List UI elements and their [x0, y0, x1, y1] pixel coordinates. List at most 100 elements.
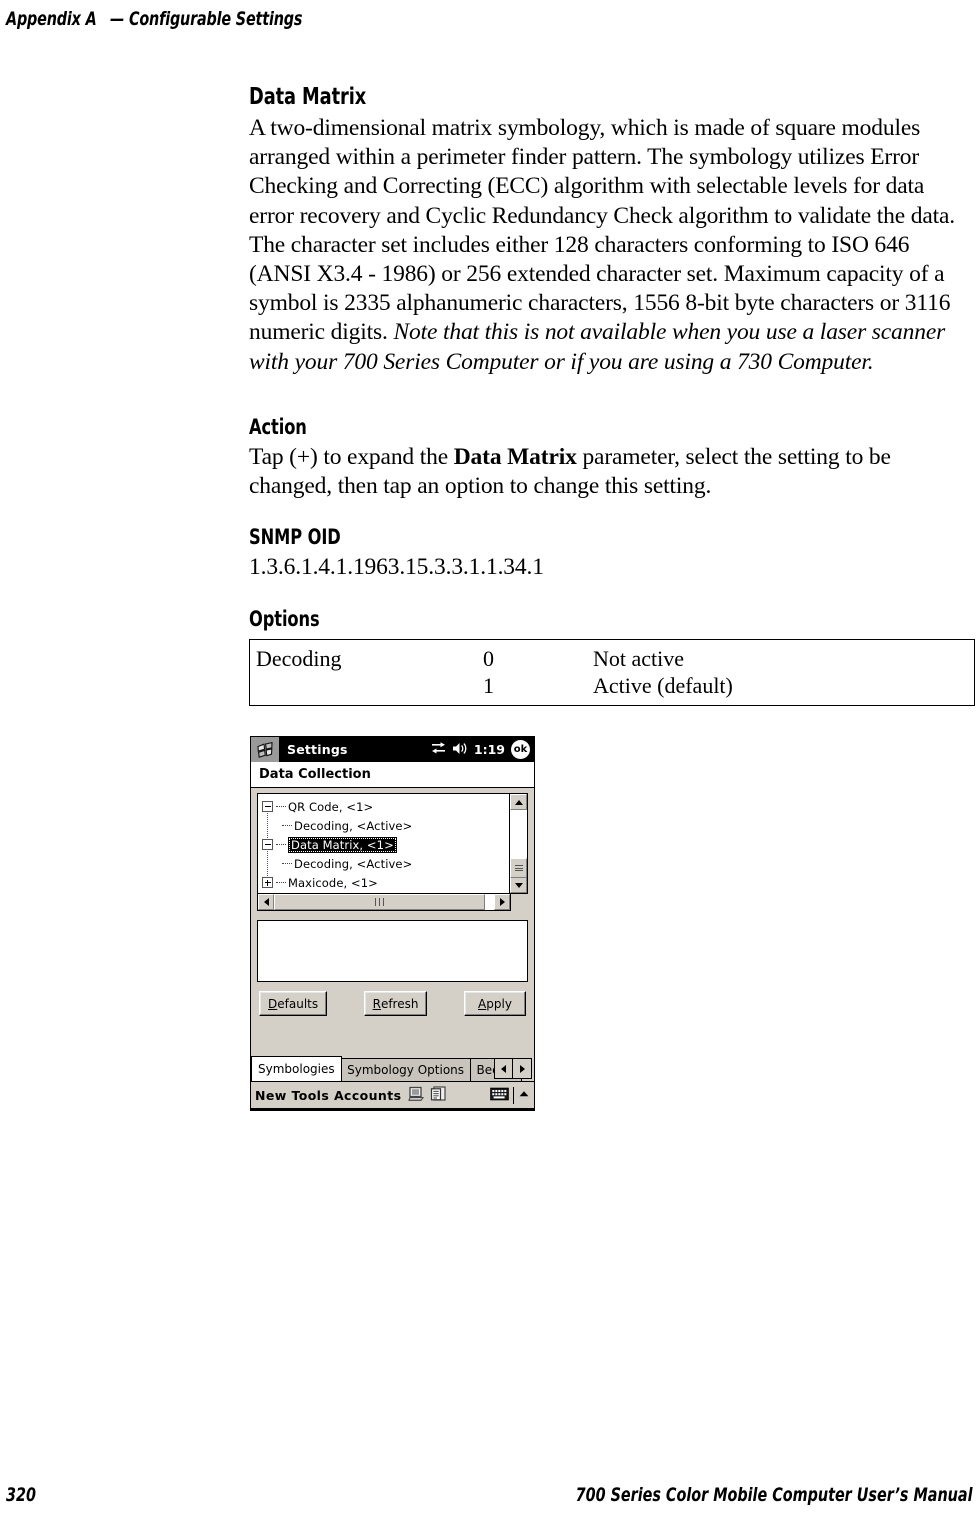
- tree-connector-icon: [282, 863, 292, 864]
- taskbar-menu-label[interactable]: New Tools Accounts: [255, 1088, 401, 1103]
- taskbar-icon-group: [408, 1085, 447, 1105]
- refresh-rest: efresh: [380, 996, 419, 1011]
- ok-button[interactable]: ok: [511, 740, 530, 759]
- apply-rest: pply: [486, 996, 512, 1011]
- chevron-right-icon: [499, 898, 505, 906]
- page-number: 320: [6, 1484, 36, 1506]
- horizontal-scrollbar[interactable]: [257, 894, 511, 911]
- action-text-bold: Data Matrix: [453, 444, 577, 470]
- taskbar-tray: [489, 1086, 531, 1104]
- running-head-dash: —: [109, 8, 125, 30]
- tree-connector-icon: [282, 825, 292, 826]
- horizontal-scroll-track[interactable]: [274, 894, 494, 910]
- tab-scroll-left-button[interactable]: [493, 1058, 514, 1079]
- tree-item-label: Decoding, <Active>: [294, 818, 413, 833]
- option-name: [250, 672, 484, 706]
- scroll-left-button[interactable]: [258, 894, 274, 910]
- running-head-title: Configurable Settings: [128, 8, 303, 30]
- refresh-accel: R: [372, 996, 381, 1011]
- option-value-panel[interactable]: [257, 920, 528, 982]
- tree-item-label: Decoding, <Active>: [294, 856, 413, 871]
- tab-symbology-options[interactable]: Symbology Options: [340, 1058, 472, 1081]
- pda-body: QR Code, <1> Decoding, <Active> Data Mat…: [251, 788, 534, 1016]
- pda-clock: 1:19: [473, 742, 505, 757]
- pda-window-title: Settings: [287, 742, 348, 757]
- scroll-right-button[interactable]: [494, 894, 510, 910]
- tree-expand-box-icon[interactable]: [262, 877, 273, 888]
- tab-scroll-right-button[interactable]: [512, 1058, 532, 1079]
- pda-taskbar: New Tools Accounts: [251, 1082, 534, 1108]
- pda-page-header: Data Collection: [251, 762, 534, 788]
- apply-button[interactable]: Apply: [463, 991, 526, 1016]
- refresh-button[interactable]: Refresh: [363, 991, 428, 1016]
- tree-connector-icon: [276, 882, 286, 883]
- scroll-up-button[interactable]: [510, 794, 527, 810]
- heading-data-matrix: Data Matrix: [249, 84, 367, 110]
- action-text-before: Tap (+) to expand the: [249, 444, 454, 470]
- option-value: 1: [483, 673, 494, 698]
- option-name: Decoding: [256, 646, 342, 671]
- vertical-scrollbar[interactable]: [509, 794, 527, 893]
- vertical-scroll-track[interactable]: [510, 810, 527, 878]
- chevron-left-icon: [263, 898, 269, 906]
- section-data-matrix: Data Matrix A two-dimensional matrix sym…: [249, 84, 964, 377]
- horizontal-scroll-thumb[interactable]: [274, 894, 486, 910]
- connectivity-icon[interactable]: [431, 741, 446, 758]
- section-action: Action Tap (+) to expand the Data Matrix…: [249, 415, 949, 501]
- section-snmp-oid: SNMP OID 1.3.6.1.4.1.1963.15.3.3.1.1.34.…: [249, 525, 544, 582]
- document-list-icon[interactable]: [430, 1085, 447, 1105]
- tree-item-label: Maxicode, <1>: [288, 875, 378, 890]
- tree-item-qr-decoding[interactable]: Decoding, <Active>: [262, 816, 509, 835]
- pda-screenshot: Settings 1:19 ok Data Collection QR Code…: [250, 736, 535, 1111]
- tab-scroll-arrows: [493, 1058, 532, 1079]
- snmp-oid-value: 1.3.6.1.4.1.1963.15.3.3.1.1.34.1: [249, 554, 544, 580]
- running-head: Appendix A — Configurable Settings: [6, 8, 302, 30]
- chevron-up-icon: [514, 799, 523, 805]
- tree-item-label: QR Code, <1>: [288, 799, 374, 814]
- manual-title-footer: 700 Series Color Mobile Computer User’s …: [575, 1484, 972, 1506]
- tab-label: Symbology Options: [347, 1063, 465, 1077]
- tree-item-qr-code[interactable]: QR Code, <1>: [262, 797, 509, 816]
- tree-item-data-matrix-decoding[interactable]: Decoding, <Active>: [262, 854, 509, 873]
- data-matrix-roman-text: A two-dimensional matrix symbology, whic…: [249, 115, 956, 346]
- options-table: Decoding 0 Not active 1 Active (default): [249, 639, 975, 706]
- defaults-accel: D: [268, 996, 278, 1011]
- button-row: Defaults Refresh Apply: [257, 991, 528, 1016]
- defaults-button[interactable]: Defaults: [259, 991, 328, 1016]
- paragraph-data-matrix-description: A two-dimensional matrix symbology, whic…: [249, 114, 964, 377]
- speaker-icon[interactable]: [452, 742, 468, 758]
- grip-icon: [514, 864, 523, 873]
- windows-flag-icon[interactable]: [251, 737, 279, 762]
- monitor-icon[interactable]: [408, 1086, 425, 1105]
- pda-title-bar: Settings 1:19 ok: [251, 737, 534, 762]
- chevron-down-icon: [514, 882, 523, 888]
- tab-label: Symbologies: [258, 1062, 335, 1076]
- apply-accel: A: [478, 996, 487, 1011]
- vertical-scroll-thumb[interactable]: [510, 858, 527, 878]
- option-description: Not active: [593, 646, 685, 671]
- tab-symbologies[interactable]: Symbologies: [251, 1056, 342, 1081]
- tree-collapse-box-icon[interactable]: [262, 839, 273, 850]
- defaults-rest: efaults: [277, 996, 319, 1011]
- table-row: Decoding 0 Not active: [250, 640, 975, 673]
- tree-item-data-matrix[interactable]: Data Matrix, <1>: [262, 835, 509, 854]
- tab-bar: Symbologies Symbology Options Beeper: [251, 1056, 534, 1082]
- option-description: Active (default): [593, 673, 733, 698]
- pda-status-area: 1:19 ok: [431, 737, 530, 762]
- tree-item-maxicode[interactable]: Maxicode, <1>: [262, 873, 509, 892]
- heading-action: Action: [249, 415, 307, 439]
- tree-collapse-box-icon[interactable]: [262, 801, 273, 812]
- symbology-tree-container: QR Code, <1> Decoding, <Active> Data Mat…: [257, 793, 528, 894]
- keyboard-icon[interactable]: [489, 1087, 509, 1104]
- tree-connector-icon: [276, 806, 286, 807]
- section-options: Options Decoding 0 Not active 1 Active (…: [249, 607, 975, 706]
- grip-icon: [374, 898, 386, 906]
- running-head-appendix: Appendix A: [6, 8, 97, 30]
- scroll-down-button[interactable]: [510, 877, 527, 893]
- chevron-left-icon: [501, 1064, 506, 1073]
- tree-item-label: Data Matrix, <1>: [288, 836, 397, 853]
- option-value: 0: [483, 646, 494, 671]
- chevron-up-icon[interactable]: [518, 1089, 530, 1102]
- heading-options: Options: [249, 607, 320, 631]
- symbology-tree[interactable]: QR Code, <1> Decoding, <Active> Data Mat…: [258, 794, 509, 893]
